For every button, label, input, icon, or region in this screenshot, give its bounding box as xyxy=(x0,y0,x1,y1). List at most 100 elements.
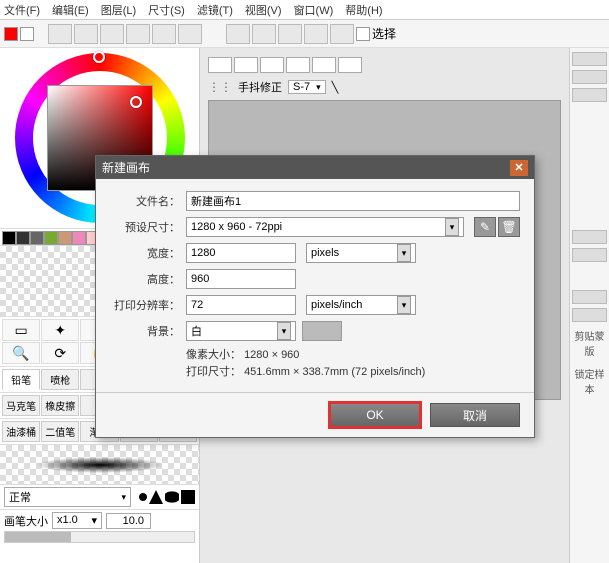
lasso-tool[interactable]: ✦ xyxy=(41,319,79,341)
width-units-select[interactable]: pixels▾ xyxy=(306,243,416,263)
height-input[interactable] xyxy=(186,269,296,289)
preset-label: 预设尺寸： xyxy=(110,219,180,235)
toolbar-button[interactable] xyxy=(278,24,302,44)
pixel-size-info: 像素大小： 1280 × 960 打印尺寸： 451.6mm × 338.7mm… xyxy=(186,347,520,380)
brush-tab-marker[interactable]: 马克笔 xyxy=(2,395,40,416)
toolbar-button[interactable] xyxy=(74,24,98,44)
new-canvas-dialog: 新建画布 ✕ 文件名： 预设尺寸： 1280 x 960 - 72ppi▾ ✎ … xyxy=(95,155,535,438)
zoom-tool[interactable]: 🔍 xyxy=(2,342,40,364)
palette-swatch[interactable] xyxy=(16,231,30,245)
size-value-input[interactable]: 10.0 xyxy=(106,513,151,529)
brush-tab-eraser[interactable]: 橡皮擦 xyxy=(41,395,79,416)
brush-size-label: 画笔大小 xyxy=(4,513,48,529)
bg-select[interactable]: 白▾ xyxy=(186,321,296,341)
menubar: 文件(F) 编辑(E) 图层(L) 尺寸(S) 滤镜(T) 视图(V) 窗口(W… xyxy=(0,0,609,20)
right-panel-item[interactable] xyxy=(572,308,607,322)
close-button[interactable]: ✕ xyxy=(510,160,528,176)
right-panel-item[interactable] xyxy=(572,52,607,66)
toolbar-button[interactable] xyxy=(100,24,124,44)
dpi-input[interactable] xyxy=(186,295,296,315)
stabilizer-select[interactable]: S-7 xyxy=(288,80,326,94)
right-panel-item[interactable] xyxy=(572,290,607,304)
preset-tool-icon[interactable]: ✎ xyxy=(474,217,496,237)
toolbar-button[interactable] xyxy=(178,24,202,44)
menu-file[interactable]: 文件(F) xyxy=(4,2,40,18)
top-toolbar: 选择 xyxy=(0,20,609,48)
canvas-tool[interactable] xyxy=(234,57,258,73)
canvas-tool[interactable] xyxy=(312,57,336,73)
preset-delete-icon[interactable]: 🗑 xyxy=(498,217,520,237)
bg-label: 背景： xyxy=(110,323,180,339)
brush-tab-bucket[interactable]: 油漆桶 xyxy=(2,421,40,442)
dpi-units-select[interactable]: pixels/inch▾ xyxy=(306,295,416,315)
toolbar-checkbox[interactable] xyxy=(356,27,370,41)
palette-swatch[interactable] xyxy=(2,231,16,245)
right-panel-item[interactable] xyxy=(572,248,607,262)
canvas-tool[interactable] xyxy=(338,57,362,73)
size-mult-select[interactable]: x1.0▾ xyxy=(52,512,102,529)
brush-tab-airbrush[interactable]: 喷枪 xyxy=(41,369,79,390)
toolbar-button[interactable] xyxy=(252,24,276,44)
menu-layer[interactable]: 图层(L) xyxy=(101,2,136,18)
tip-round-icon[interactable] xyxy=(139,493,147,501)
canvas-tool[interactable] xyxy=(286,57,310,73)
tip-shapes xyxy=(139,490,195,504)
filename-input[interactable] xyxy=(186,191,520,211)
toolbar-button[interactable] xyxy=(330,24,354,44)
toolbar-button[interactable] xyxy=(126,24,150,44)
right-panel-item[interactable] xyxy=(572,70,607,84)
tip-triangle-icon[interactable] xyxy=(149,490,163,504)
canvas-tool[interactable] xyxy=(208,57,232,73)
canvas-toolbar xyxy=(208,56,561,74)
menu-edit[interactable]: 编辑(E) xyxy=(52,2,89,18)
toolbar-button[interactable] xyxy=(152,24,176,44)
ok-button[interactable]: OK xyxy=(330,403,420,427)
stroke-sample xyxy=(20,455,180,475)
rect-select-tool[interactable]: ▭ xyxy=(2,319,40,341)
menu-size[interactable]: 尺寸(S) xyxy=(148,2,185,18)
select-label: 选择 xyxy=(372,25,396,42)
toolbar-button[interactable] xyxy=(48,24,72,44)
palette-swatch[interactable] xyxy=(72,231,86,245)
blend-mode-row: 正常 xyxy=(0,484,199,509)
width-label: 宽度： xyxy=(110,245,180,261)
right-panel-item[interactable] xyxy=(572,88,607,102)
lock-sample-label: 锁定样本 xyxy=(572,364,607,398)
palette-swatch[interactable] xyxy=(58,231,72,245)
blend-mode-select[interactable]: 正常 xyxy=(4,487,131,507)
brush-line-icon: ╲ xyxy=(332,81,339,94)
bg-color-preview[interactable] xyxy=(302,321,342,341)
menu-filter[interactable]: 滤镜(T) xyxy=(197,2,233,18)
brush-size-row: 画笔大小 x1.0▾ 10.0 xyxy=(0,509,199,531)
stabilizer-label: 手抖修正 xyxy=(238,79,282,95)
canvas-tool[interactable] xyxy=(260,57,284,73)
preset-select[interactable]: 1280 x 960 - 72ppi▾ xyxy=(186,217,464,237)
brush-tab-pencil[interactable]: 铅笔 xyxy=(2,369,40,390)
stabilizer-row: ⋮⋮ 手抖修正 S-7 ╲ xyxy=(208,78,561,96)
toolbar-button[interactable] xyxy=(226,24,250,44)
size-slider[interactable] xyxy=(4,531,195,543)
tip-square-icon[interactable] xyxy=(181,490,195,504)
dialog-titlebar[interactable]: 新建画布 ✕ xyxy=(96,156,534,179)
foreground-swatch[interactable] xyxy=(4,27,18,41)
toolbar-button[interactable] xyxy=(304,24,328,44)
width-input[interactable] xyxy=(186,243,296,263)
menu-window[interactable]: 窗口(W) xyxy=(294,2,334,18)
palette-swatch[interactable] xyxy=(44,231,58,245)
height-label: 高度： xyxy=(110,271,180,287)
drag-handle-icon[interactable]: ⋮⋮ xyxy=(208,80,232,94)
menu-help[interactable]: 帮助(H) xyxy=(345,2,382,18)
background-swatch[interactable] xyxy=(20,27,34,41)
color-marker[interactable] xyxy=(130,96,142,108)
hue-marker[interactable] xyxy=(93,51,105,63)
palette-swatch[interactable] xyxy=(30,231,44,245)
brush-preview xyxy=(0,444,199,484)
rotate-tool[interactable]: ⟳ xyxy=(41,342,79,364)
brush-tab-binary[interactable]: 二值笔 xyxy=(41,421,79,442)
dialog-title-text: 新建画布 xyxy=(102,159,150,176)
right-panel: 剪贴蒙版 锁定样本 xyxy=(569,48,609,563)
tip-ellipse-icon[interactable] xyxy=(165,490,179,504)
right-panel-item[interactable] xyxy=(572,230,607,244)
cancel-button[interactable]: 取消 xyxy=(430,403,520,427)
menu-view[interactable]: 视图(V) xyxy=(245,2,282,18)
